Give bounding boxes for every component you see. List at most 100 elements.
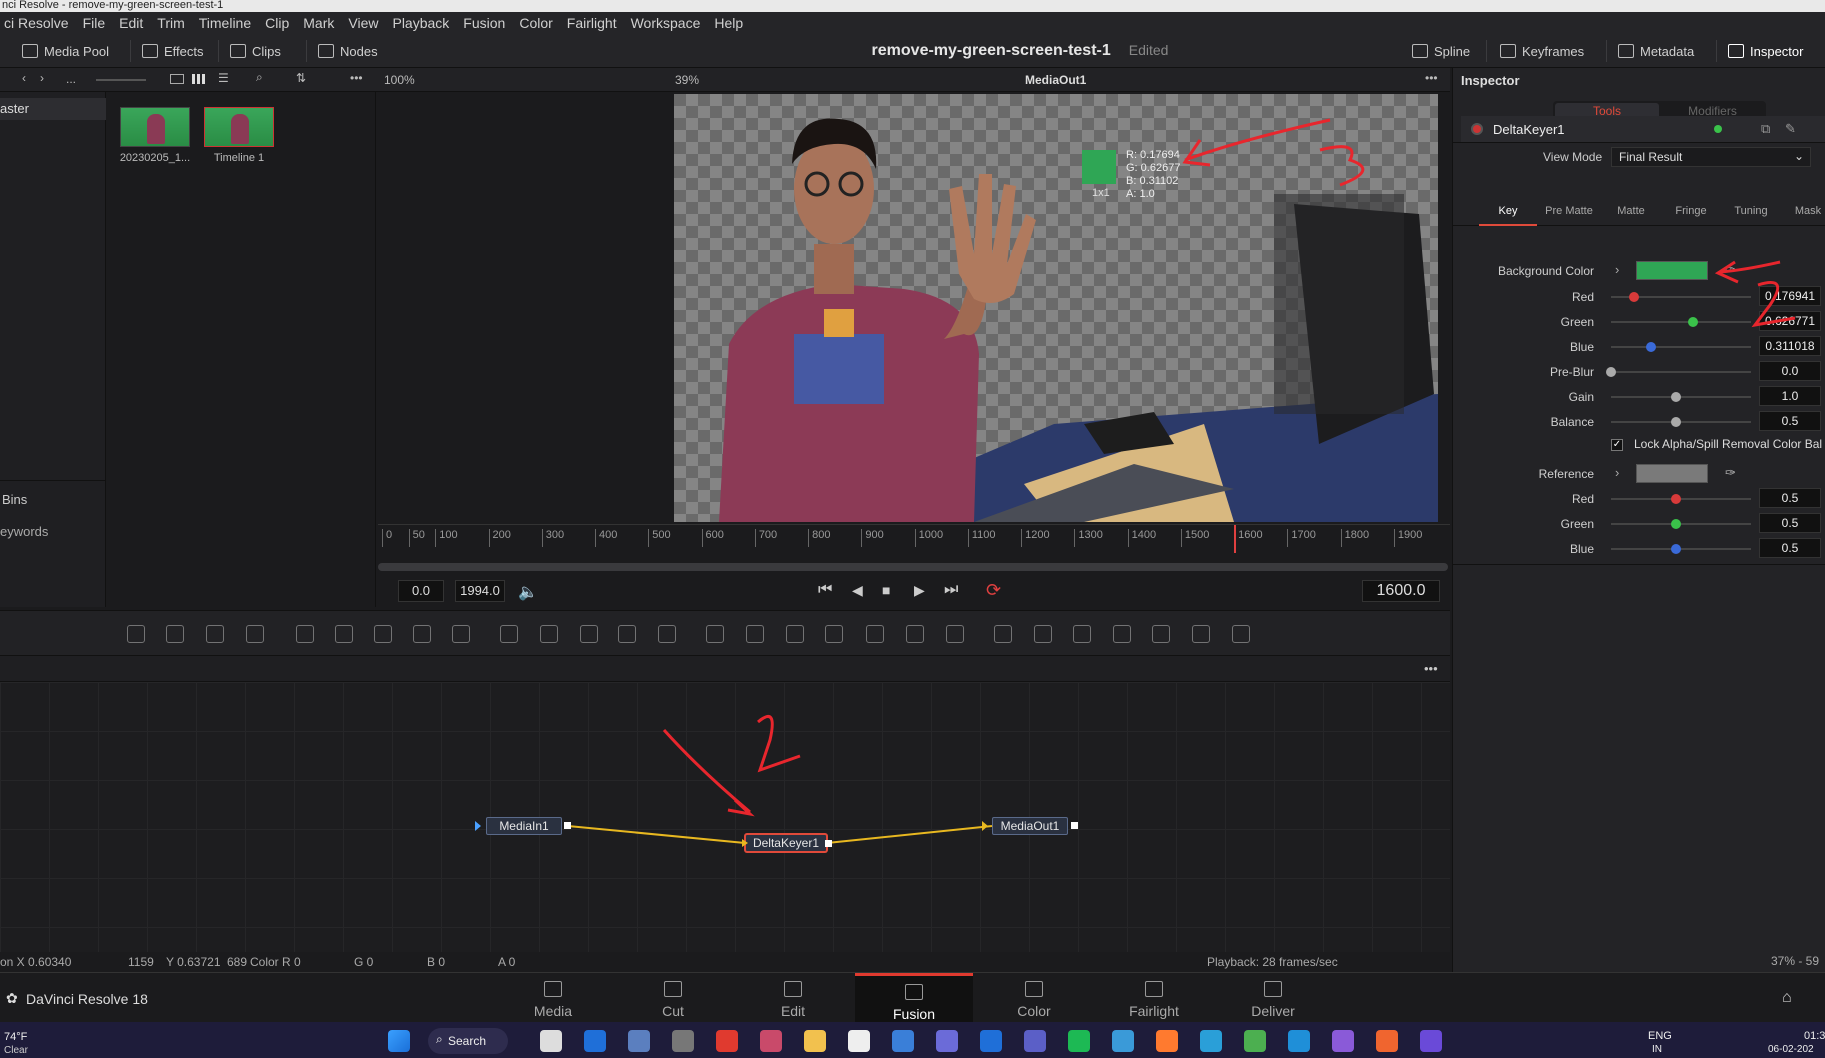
node-deltakeyer[interactable]: DeltaKeyer1: [745, 834, 827, 852]
fusion-tool-icon[interactable]: [658, 625, 676, 643]
menu-color[interactable]: Color: [515, 15, 562, 31]
taskbar-app-icon[interactable]: [716, 1030, 738, 1052]
region[interactable]: IN: [1652, 1044, 1662, 1055]
taskbar-app-icon[interactable]: [1376, 1030, 1398, 1052]
taskbar-app-icon[interactable]: [672, 1030, 694, 1052]
language[interactable]: ENG: [1648, 1030, 1672, 1042]
fusion-tool-icon[interactable]: [452, 625, 470, 643]
play-icon[interactable]: ▶: [914, 582, 925, 599]
taskbar-app-icon[interactable]: [1244, 1030, 1266, 1052]
slider-knob[interactable]: [1646, 342, 1657, 352]
param-slider[interactable]: [1611, 498, 1751, 500]
param-slider[interactable]: [1611, 523, 1751, 525]
go-to-end-icon[interactable]: ⏭: [944, 581, 958, 599]
expand-chevron-icon[interactable]: ›: [1615, 465, 1619, 480]
stop-icon[interactable]: ■: [882, 582, 890, 598]
fusion-tool-icon[interactable]: [746, 625, 764, 643]
param-slider[interactable]: [1611, 346, 1751, 348]
menu-file[interactable]: File: [79, 15, 116, 31]
metadata-button[interactable]: Metadata: [1618, 40, 1694, 62]
page-edit[interactable]: Edit: [734, 973, 852, 1023]
back-arrow-icon[interactable]: ‹: [22, 71, 26, 85]
spline-button[interactable]: Spline: [1412, 40, 1470, 62]
taskbar-app-icon[interactable]: [760, 1030, 782, 1052]
node-toggle-icon[interactable]: [1471, 123, 1483, 135]
taskbar-app-icon[interactable]: [1288, 1030, 1310, 1052]
menu-fairlight[interactable]: Fairlight: [563, 15, 627, 31]
subtab-matte[interactable]: Matte: [1603, 178, 1659, 226]
taskbar-app-icon[interactable]: [1024, 1030, 1046, 1052]
path-ellipsis[interactable]: ...: [66, 72, 76, 86]
taskbar-app-icon[interactable]: [936, 1030, 958, 1052]
list-view-icon[interactable]: ☰: [218, 71, 229, 85]
slider-knob[interactable]: [1671, 494, 1681, 504]
node-mediaout[interactable]: MediaOut1: [992, 817, 1068, 835]
param-value-field[interactable]: 0.5: [1759, 488, 1821, 508]
fusion-tool-icon[interactable]: [127, 625, 145, 643]
zoom-left-select[interactable]: 100%: [384, 73, 415, 87]
page-deliver[interactable]: Deliver: [1214, 973, 1332, 1023]
clock-time[interactable]: 01:3: [1804, 1030, 1825, 1042]
fusion-tool-icon[interactable]: [706, 625, 724, 643]
param-slider[interactable]: [1611, 548, 1751, 550]
eyedropper-icon[interactable]: ✑: [1725, 262, 1736, 278]
fusion-tool-icon[interactable]: [1152, 625, 1170, 643]
fusion-tool-icon[interactable]: [825, 625, 843, 643]
fusion-tool-icon[interactable]: [1073, 625, 1091, 643]
expand-chevron-icon[interactable]: ›: [1615, 262, 1619, 277]
search-icon[interactable]: ⌕: [256, 70, 263, 85]
fusion-tool-icon[interactable]: [618, 625, 636, 643]
time-ruler[interactable]: 0 50 100 200 300 400 500 600 700 800 900 1000 1100 12…: [378, 524, 1450, 553]
fusion-tool-icon[interactable]: [866, 625, 884, 643]
slider-knob[interactable]: [1606, 367, 1616, 377]
node-mediain[interactable]: MediaIn1: [486, 817, 562, 835]
taskbar-app-icon[interactable]: [1156, 1030, 1178, 1052]
pin-icon[interactable]: ✎: [1785, 121, 1796, 137]
start-frame-field[interactable]: 0.0: [398, 580, 444, 602]
fusion-tool-icon[interactable]: [246, 625, 264, 643]
slider-knob[interactable]: [1687, 317, 1698, 327]
fusion-tool-icon[interactable]: [786, 625, 804, 643]
taskbar-app-icon[interactable]: [1332, 1030, 1354, 1052]
page-fairlight[interactable]: Fairlight: [1095, 973, 1213, 1023]
weather-desc[interactable]: Clear: [4, 1045, 28, 1056]
windows-start-icon[interactable]: [388, 1030, 410, 1052]
keyframes-button[interactable]: Keyframes: [1500, 40, 1584, 62]
param-value-field[interactable]: 0.311018: [1759, 336, 1821, 356]
media-pool-button[interactable]: Media Pool: [22, 40, 109, 62]
fusion-tool-icon[interactable]: [580, 625, 598, 643]
param-value-field[interactable]: 0.0: [1759, 361, 1821, 381]
param-value-field[interactable]: 0.626771: [1759, 311, 1821, 331]
fusion-tool-icon[interactable]: [166, 625, 184, 643]
page-cut[interactable]: Cut: [614, 973, 732, 1023]
nodes-button[interactable]: Nodes: [318, 40, 378, 62]
thumbnail-size-slider[interactable]: [96, 79, 146, 81]
node-editor[interactable]: MediaIn1 DeltaKeyer1 MediaOut1: [0, 682, 1450, 952]
grid-view-icon[interactable]: [192, 74, 206, 84]
slider-knob[interactable]: [1671, 519, 1681, 529]
taskbar-app-icon[interactable]: [1068, 1030, 1090, 1052]
inspector-button[interactable]: Inspector: [1728, 40, 1803, 62]
sort-icon[interactable]: ⇅: [296, 71, 306, 85]
param-slider[interactable]: [1611, 421, 1751, 423]
fusion-tool-icon[interactable]: [1113, 625, 1131, 643]
play-reverse-icon[interactable]: ◀: [852, 582, 863, 599]
clock-date[interactable]: 06-02-202: [1768, 1044, 1814, 1055]
taskbar-app-icon[interactable]: [980, 1030, 1002, 1052]
param-value-field[interactable]: 1.0: [1759, 386, 1821, 406]
subtab-key[interactable]: Key: [1479, 178, 1537, 226]
view-mode-select[interactable]: Final Result ⌄: [1611, 147, 1811, 167]
scrub-bar[interactable]: [378, 563, 1448, 571]
page-fusion[interactable]: Fusion: [855, 973, 973, 1023]
taskbar-app-icon[interactable]: [540, 1030, 562, 1052]
keywords-bin[interactable]: eywords: [0, 524, 48, 539]
node-color-icon[interactable]: [1714, 125, 1722, 133]
metadata-view-icon[interactable]: [170, 74, 184, 84]
go-to-start-icon[interactable]: ⏮: [818, 581, 832, 599]
taskbar-app-icon[interactable]: [848, 1030, 870, 1052]
page-color[interactable]: Color: [975, 973, 1093, 1023]
param-value-field[interactable]: 0.5: [1759, 411, 1821, 431]
node-version-icon[interactable]: ⧉: [1761, 121, 1770, 137]
weather-temp[interactable]: 74°F: [4, 1031, 27, 1043]
param-value-field[interactable]: 0.5: [1759, 513, 1821, 533]
